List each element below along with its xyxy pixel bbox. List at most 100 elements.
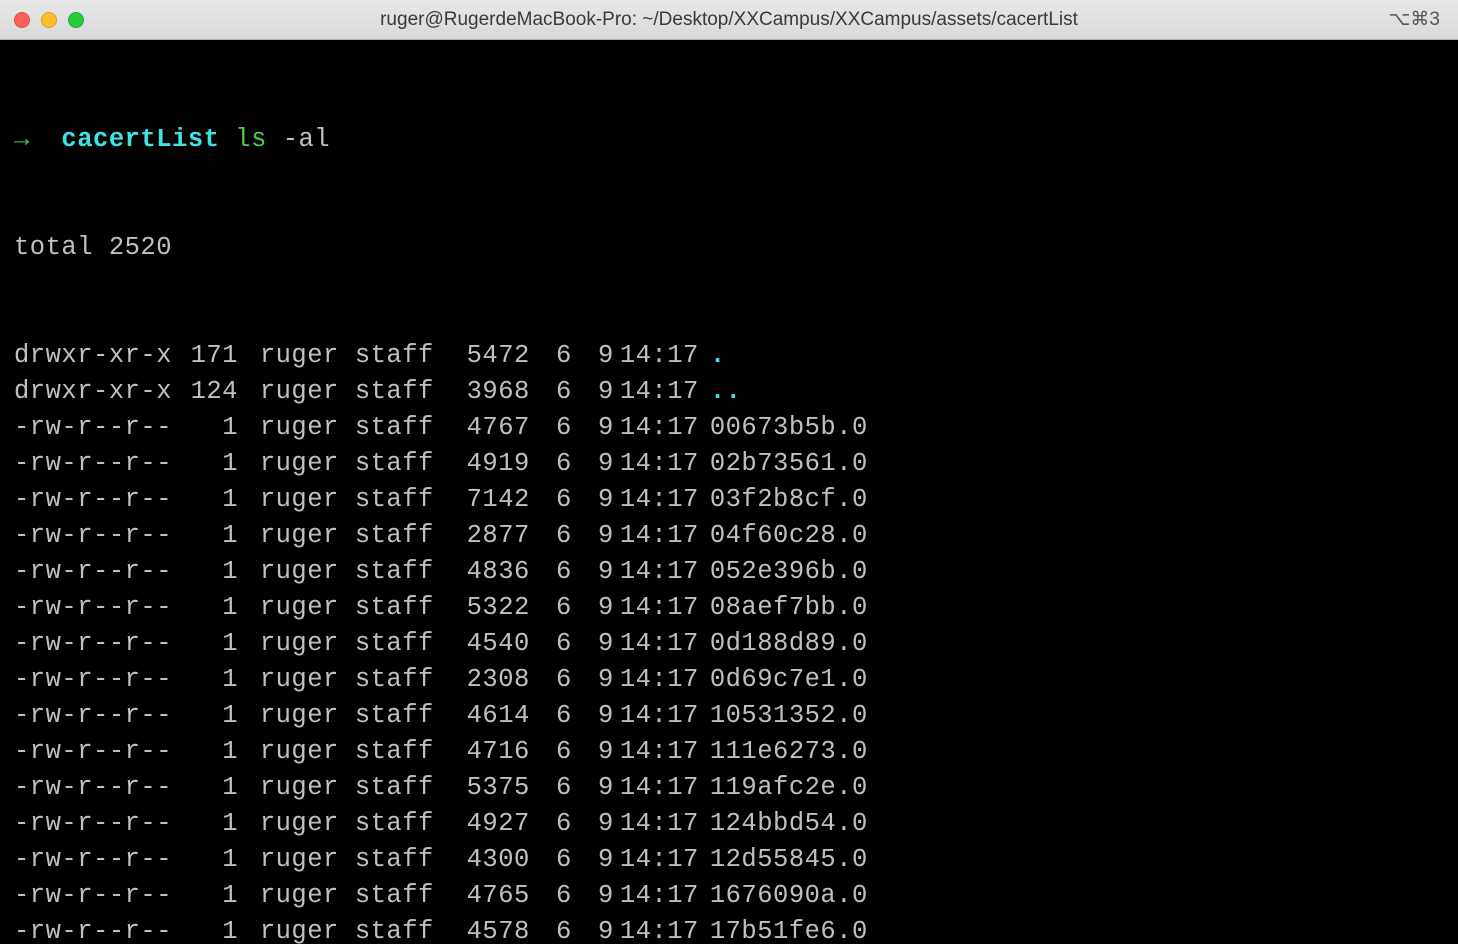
file-mon: 6 bbox=[530, 554, 572, 590]
close-icon[interactable] bbox=[14, 12, 30, 28]
file-time: 14:17 bbox=[614, 338, 704, 374]
file-day: 9 bbox=[572, 518, 614, 554]
prompt-line: → cacertList ls -al bbox=[14, 122, 1444, 158]
file-row: -rw-r--r--1 rugerstaff43006914:1712d5584… bbox=[14, 842, 1444, 878]
file-mon: 6 bbox=[530, 878, 572, 914]
file-group: staff bbox=[355, 626, 455, 662]
file-size: 4765 bbox=[455, 878, 530, 914]
file-time: 14:17 bbox=[614, 914, 704, 944]
prompt-arrow-icon: → bbox=[14, 125, 30, 154]
file-group: staff bbox=[355, 518, 455, 554]
file-links: 1 bbox=[184, 770, 244, 806]
file-time: 14:17 bbox=[614, 806, 704, 842]
file-day: 9 bbox=[572, 410, 614, 446]
file-size: 4919 bbox=[455, 446, 530, 482]
file-links: 1 bbox=[184, 698, 244, 734]
file-name: . bbox=[704, 338, 726, 374]
file-owner: ruger bbox=[260, 590, 355, 626]
file-day: 9 bbox=[572, 338, 614, 374]
file-owner: ruger bbox=[260, 338, 355, 374]
file-group: staff bbox=[355, 842, 455, 878]
file-group: staff bbox=[355, 446, 455, 482]
file-row: -rw-r--r--1 rugerstaff47166914:17111e627… bbox=[14, 734, 1444, 770]
file-owner: ruger bbox=[260, 914, 355, 944]
file-perm: -rw-r--r-- bbox=[14, 806, 184, 842]
file-links: 1 bbox=[184, 662, 244, 698]
minimize-icon[interactable] bbox=[41, 12, 57, 28]
zoom-icon[interactable] bbox=[68, 12, 84, 28]
file-owner: ruger bbox=[260, 482, 355, 518]
file-name: 0d188d89.0 bbox=[704, 626, 868, 662]
file-links: 1 bbox=[184, 446, 244, 482]
file-size: 4614 bbox=[455, 698, 530, 734]
file-perm: -rw-r--r-- bbox=[14, 662, 184, 698]
file-row: -rw-r--r--1 rugerstaff49196914:1702b7356… bbox=[14, 446, 1444, 482]
file-size: 4836 bbox=[455, 554, 530, 590]
file-group: staff bbox=[355, 482, 455, 518]
file-owner: ruger bbox=[260, 662, 355, 698]
file-perm: -rw-r--r-- bbox=[14, 410, 184, 446]
file-mon: 6 bbox=[530, 338, 572, 374]
file-name: 03f2b8cf.0 bbox=[704, 482, 868, 518]
traffic-lights bbox=[14, 12, 84, 28]
file-mon: 6 bbox=[530, 482, 572, 518]
window-shortcut: ⌥⌘3 bbox=[1389, 8, 1440, 31]
file-time: 14:17 bbox=[614, 842, 704, 878]
file-owner: ruger bbox=[260, 410, 355, 446]
file-size: 4578 bbox=[455, 914, 530, 944]
file-mon: 6 bbox=[530, 734, 572, 770]
file-time: 14:17 bbox=[614, 590, 704, 626]
file-size: 3968 bbox=[455, 374, 530, 410]
file-mon: 6 bbox=[530, 842, 572, 878]
file-mon: 6 bbox=[530, 518, 572, 554]
file-perm: -rw-r--r-- bbox=[14, 554, 184, 590]
file-row: -rw-r--r--1 rugerstaff47676914:1700673b5… bbox=[14, 410, 1444, 446]
file-owner: ruger bbox=[260, 554, 355, 590]
file-owner: ruger bbox=[260, 734, 355, 770]
file-mon: 6 bbox=[530, 590, 572, 626]
file-row: drwxr-xr-x124 rugerstaff39686914:17.. bbox=[14, 374, 1444, 410]
file-mon: 6 bbox=[530, 806, 572, 842]
file-name: 04f60c28.0 bbox=[704, 518, 868, 554]
file-size: 5472 bbox=[455, 338, 530, 374]
file-owner: ruger bbox=[260, 770, 355, 806]
file-links: 1 bbox=[184, 590, 244, 626]
file-group: staff bbox=[355, 554, 455, 590]
file-mon: 6 bbox=[530, 374, 572, 410]
file-links: 1 bbox=[184, 806, 244, 842]
file-row: -rw-r--r--1 rugerstaff46146914:171053135… bbox=[14, 698, 1444, 734]
file-links: 1 bbox=[184, 842, 244, 878]
file-day: 9 bbox=[572, 806, 614, 842]
file-name: 052e396b.0 bbox=[704, 554, 868, 590]
file-name: 1676090a.0 bbox=[704, 878, 868, 914]
file-group: staff bbox=[355, 410, 455, 446]
file-links: 1 bbox=[184, 518, 244, 554]
file-group: staff bbox=[355, 374, 455, 410]
file-time: 14:17 bbox=[614, 374, 704, 410]
file-name: 0d69c7e1.0 bbox=[704, 662, 868, 698]
file-size: 4300 bbox=[455, 842, 530, 878]
file-day: 9 bbox=[572, 446, 614, 482]
file-links: 1 bbox=[184, 734, 244, 770]
file-name: 00673b5b.0 bbox=[704, 410, 868, 446]
terminal-viewport[interactable]: → cacertList ls -al total 2520 drwxr-xr-… bbox=[0, 40, 1458, 944]
file-mon: 6 bbox=[530, 626, 572, 662]
file-perm: -rw-r--r-- bbox=[14, 446, 184, 482]
file-owner: ruger bbox=[260, 698, 355, 734]
file-row: -rw-r--r--1 rugerstaff47656914:171676090… bbox=[14, 878, 1444, 914]
file-links: 171 bbox=[184, 338, 244, 374]
file-time: 14:17 bbox=[614, 446, 704, 482]
file-time: 14:17 bbox=[614, 410, 704, 446]
file-mon: 6 bbox=[530, 446, 572, 482]
file-day: 9 bbox=[572, 770, 614, 806]
file-day: 9 bbox=[572, 842, 614, 878]
file-name: 111e6273.0 bbox=[704, 734, 868, 770]
file-row: -rw-r--r--1 rugerstaff53226914:1708aef7b… bbox=[14, 590, 1444, 626]
file-name: 10531352.0 bbox=[704, 698, 868, 734]
file-size: 5322 bbox=[455, 590, 530, 626]
file-size: 4540 bbox=[455, 626, 530, 662]
file-time: 14:17 bbox=[614, 518, 704, 554]
file-perm: -rw-r--r-- bbox=[14, 626, 184, 662]
prompt-cwd: cacertList bbox=[61, 125, 219, 154]
file-perm: drwxr-xr-x bbox=[14, 338, 184, 374]
